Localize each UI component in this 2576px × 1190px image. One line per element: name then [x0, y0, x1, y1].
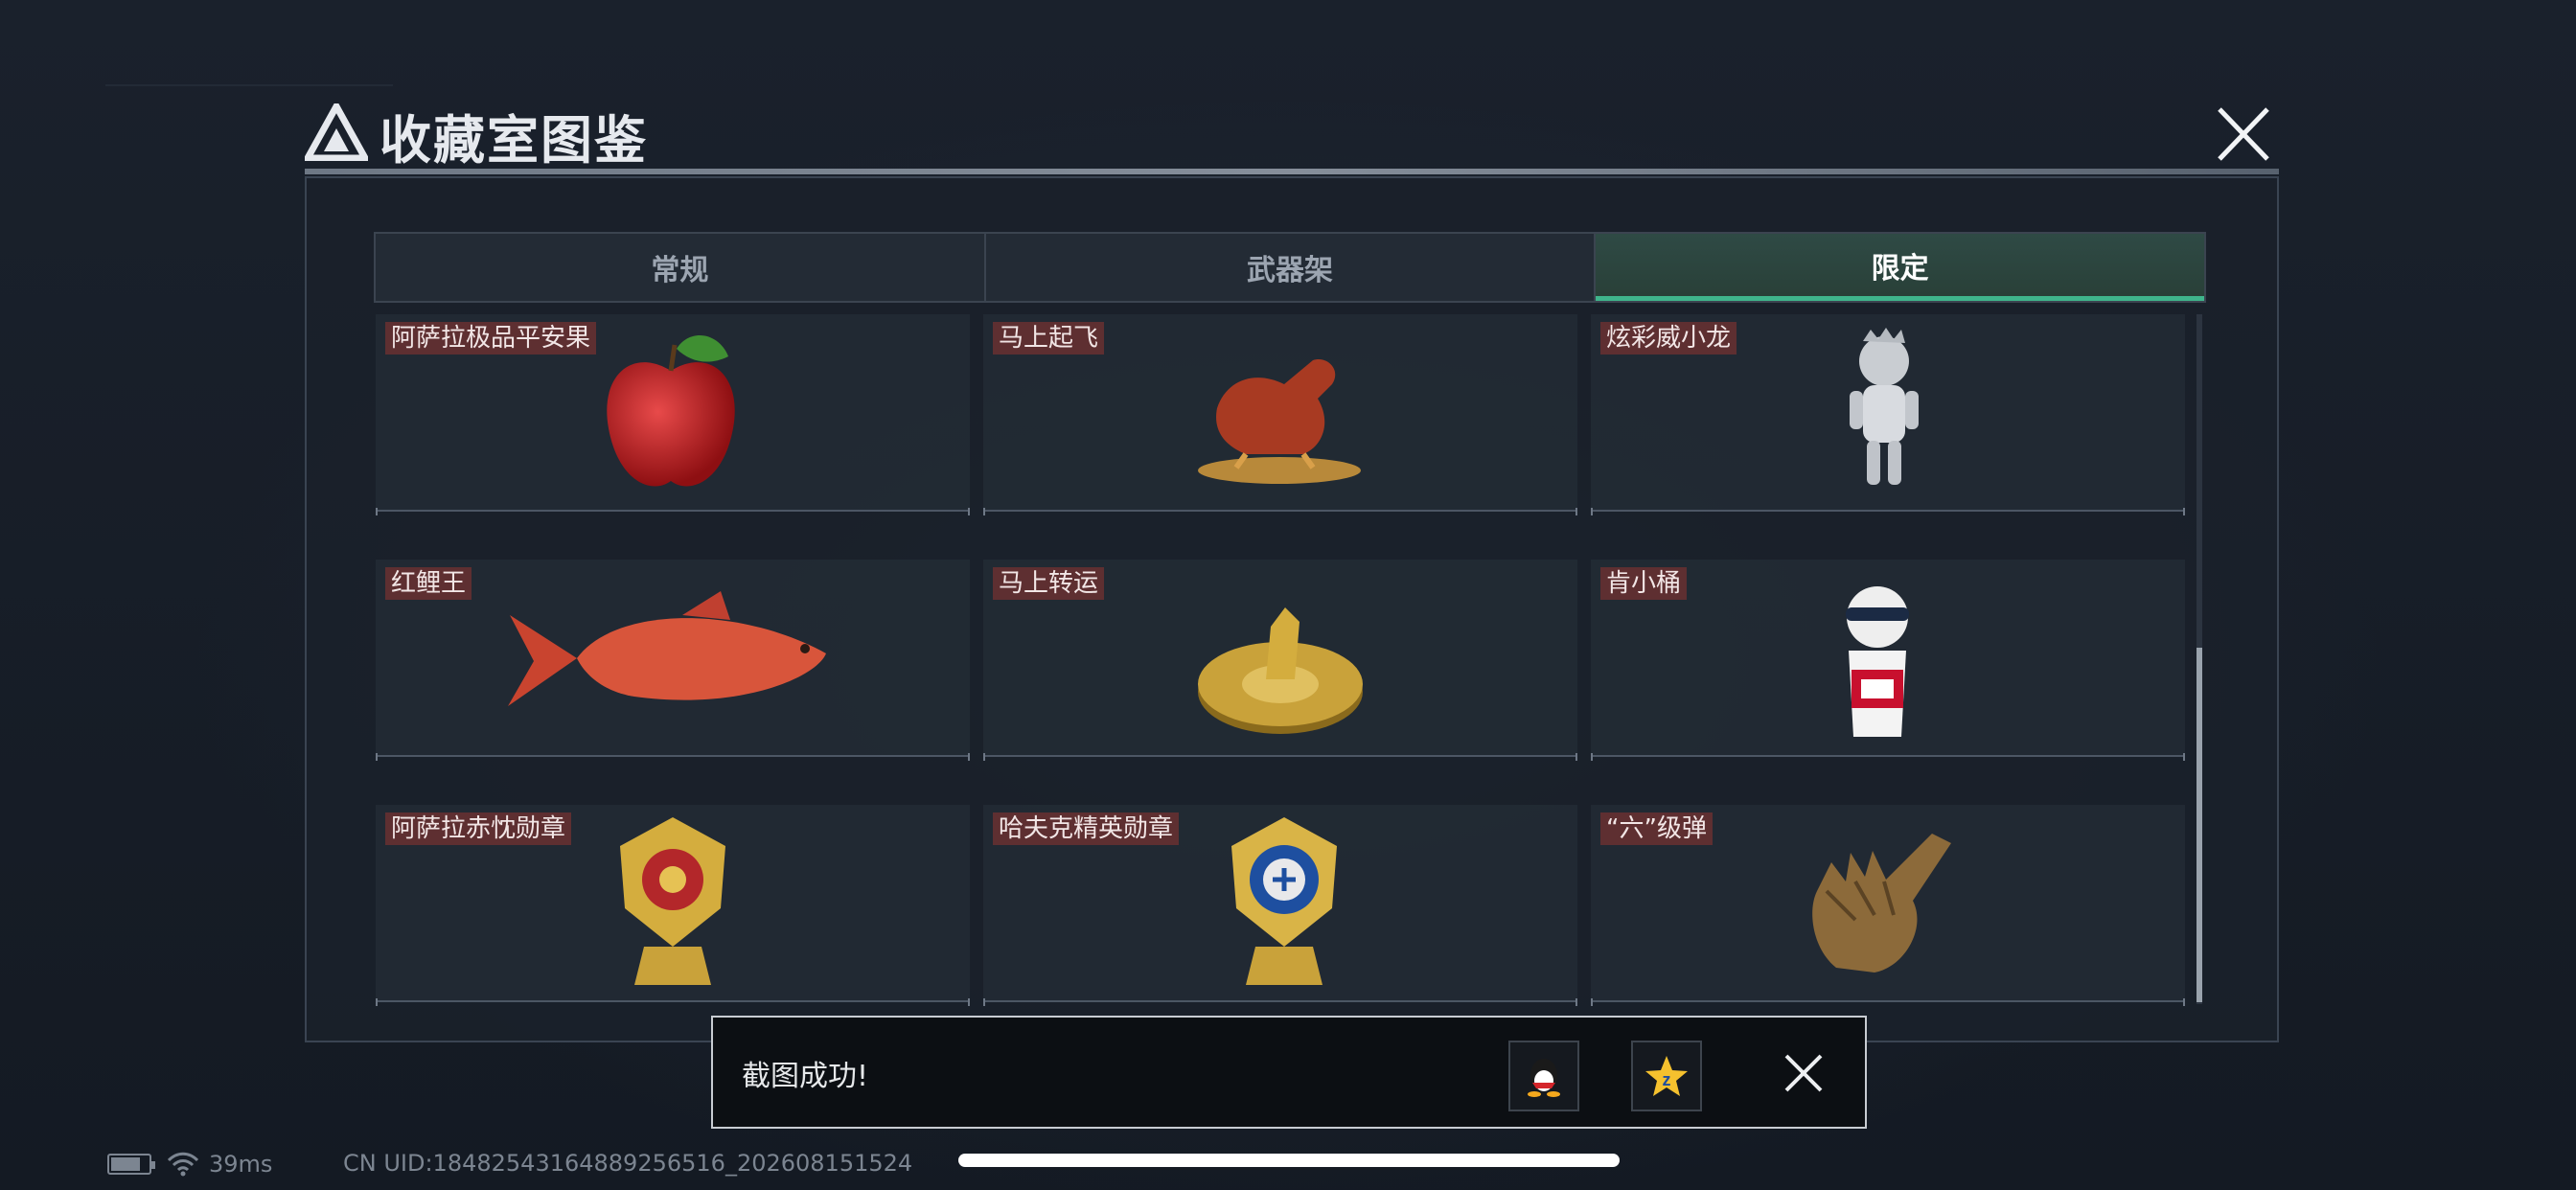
item-label: 马上起飞	[993, 322, 1105, 355]
item-card[interactable]: 马上转运	[983, 560, 1577, 761]
bronze-horse-icon	[1198, 359, 1361, 484]
share-qzone-button[interactable]: z	[1631, 1041, 1702, 1111]
item-card[interactable]: 马上起飞	[983, 314, 1577, 515]
item-card[interactable]: “六”级弹	[1591, 805, 2185, 1006]
kfc-mascot-figure-icon	[1846, 586, 1909, 737]
collection-panel: 常规 武器架 限定 阿萨拉极品平安果 马上起飞 炫彩威小龙 红鲤王 马上转运 肯…	[305, 176, 2279, 1042]
item-label: 红鲤王	[385, 567, 472, 600]
blue-gold-medal-icon	[1231, 817, 1337, 985]
tab-limited[interactable]: 限定	[1596, 234, 2205, 301]
share-qq-button[interactable]	[1508, 1041, 1579, 1111]
scrollbar-thumb[interactable]	[2196, 648, 2202, 1002]
toast-close-button[interactable]	[1779, 1048, 1828, 1098]
red-apple-icon	[607, 335, 735, 487]
item-label: 阿萨拉赤忱勋章	[385, 812, 572, 845]
item-label: 马上转运	[993, 567, 1105, 600]
screenshot-toast: 截图成功! z	[711, 1016, 1867, 1129]
svg-text:z: z	[1663, 1070, 1671, 1089]
dialog-title: 收藏室图鉴	[380, 110, 648, 171]
item-card[interactable]: 哈夫克精英勋章	[983, 805, 1577, 1006]
battery-icon	[107, 1154, 155, 1175]
item-card[interactable]: 炫彩威小龙	[1591, 314, 2185, 515]
wifi-icon	[167, 1152, 199, 1177]
ping-text: 39ms	[209, 1151, 273, 1178]
item-card[interactable]: 肯小桶	[1591, 560, 2185, 761]
tab-weapon-rack[interactable]: 武器架	[986, 234, 1597, 301]
red-carp-icon	[508, 591, 826, 706]
close-icon	[2218, 107, 2269, 161]
item-card[interactable]: 阿萨拉赤忱勋章	[376, 805, 970, 1006]
item-label: 阿萨拉极品平安果	[385, 322, 597, 355]
item-label: “六”级弹	[1600, 812, 1713, 845]
close-icon	[1784, 1054, 1823, 1092]
home-indicator[interactable]	[958, 1154, 1620, 1167]
close-button[interactable]	[2204, 100, 2283, 169]
battery-level	[111, 1157, 140, 1171]
toast-message: 截图成功!	[742, 1060, 869, 1093]
background-decoration	[105, 29, 393, 86]
red-gold-medal-icon	[620, 817, 725, 985]
item-label: 哈夫克精英勋章	[993, 812, 1180, 845]
item-label: 肯小桶	[1600, 567, 1688, 600]
uid-text: CN UID:18482543164889256516_202608151524	[343, 1150, 913, 1177]
dialog-header: 收藏室图鉴	[305, 96, 2279, 174]
item-card[interactable]: 阿萨拉极品平安果	[376, 314, 970, 515]
golden-horse-wheel-icon	[1198, 607, 1363, 734]
item-card[interactable]: 红鲤王	[376, 560, 970, 761]
tab-bar: 常规 武器架 限定	[374, 232, 2206, 303]
header-divider	[305, 169, 2279, 174]
game-logo-icon	[305, 103, 368, 161]
qq-penguin-icon	[1528, 1059, 1560, 1097]
qzone-star-icon: z	[1645, 1056, 1688, 1096]
tab-regular[interactable]: 常规	[376, 234, 986, 301]
silver-dragon-figure-icon	[1850, 328, 1919, 485]
status-bar: 39ms	[107, 1150, 272, 1179]
item-label: 炫彩威小龙	[1600, 322, 1737, 355]
bronze-hand-gesture-icon	[1812, 834, 1951, 973]
